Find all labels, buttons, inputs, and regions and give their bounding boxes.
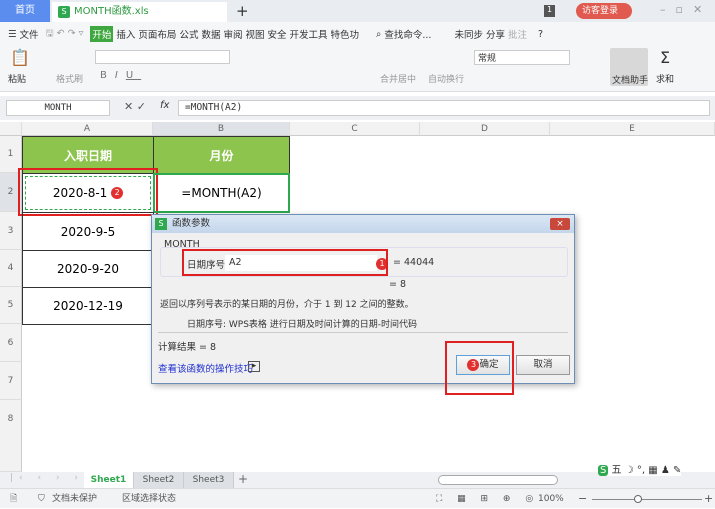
paste-button[interactable]: 粘贴: [8, 72, 26, 85]
hamburger-icon[interactable]: ☰: [8, 29, 17, 40]
row-header-7[interactable]: 7: [0, 362, 22, 400]
shield-icon: ⛉: [38, 494, 45, 504]
tab-file[interactable]: S MONTH函数.xls: [52, 2, 227, 22]
view-mode-icons[interactable]: ⛶ ▦ ⊞ ⊕ ◎: [436, 489, 539, 509]
file-tab-label: MONTH函数.xls: [74, 6, 149, 17]
cell-a4[interactable]: 2020-9-20: [22, 250, 154, 288]
search-icon: ⌕: [376, 28, 382, 40]
row-header-4[interactable]: 4: [0, 250, 22, 287]
cell-a5[interactable]: 2020-12-19: [22, 287, 154, 325]
menu-developer[interactable]: 开发工具: [290, 27, 328, 41]
row-header-3[interactable]: 3: [0, 212, 22, 250]
sheet-tab-3[interactable]: Sheet3: [184, 472, 234, 488]
menu-data[interactable]: 数据: [201, 27, 220, 41]
add-sheet-button[interactable]: +: [238, 472, 248, 486]
highlight-arg: [182, 249, 388, 276]
formula-bar: MONTH ✕ ✓ fx =MONTH(A2): [0, 96, 715, 120]
menu-start[interactable]: 开始: [90, 26, 114, 42]
zoom-in-button[interactable]: +: [704, 489, 713, 509]
sum-icon: Σ: [660, 48, 671, 67]
column-header-c[interactable]: C: [290, 122, 420, 136]
help-link[interactable]: 查看该函数的操作技巧: [158, 361, 253, 375]
window-count-badge: 1: [544, 5, 555, 17]
calc-result: 计算结果 = 8: [158, 342, 217, 353]
search-command[interactable]: 查找命令...: [384, 27, 431, 41]
cancel-button[interactable]: 取消: [516, 355, 570, 375]
doc-helper-button[interactable]: 文档助手: [610, 48, 648, 86]
video-icon[interactable]: ▸: [248, 361, 260, 372]
merge-center-button[interactable]: 合并居中: [380, 72, 416, 85]
menu-file[interactable]: 文件: [20, 27, 39, 41]
share-button[interactable]: 分享: [486, 27, 505, 41]
sum-button[interactable]: 求和: [656, 72, 674, 85]
divider: [158, 332, 568, 333]
column-header-d[interactable]: D: [420, 122, 550, 136]
ribbon: 📋 粘贴 格式刷 BIU 合并居中 自动换行 常规 文档助手 Σ 求和: [0, 46, 715, 92]
column-header-a[interactable]: A: [22, 122, 153, 136]
column-header-b[interactable]: B: [153, 122, 290, 136]
tab-bar: 首页 S MONTH函数.xls + 1 访客登录 –▫✕: [0, 0, 715, 22]
menu-insert[interactable]: 插入: [116, 27, 135, 41]
wrap-text-button[interactable]: 自动换行: [428, 72, 464, 85]
horizontal-scrollbar[interactable]: [438, 475, 558, 485]
doc-icon: 🗎: [10, 494, 18, 504]
window-controls[interactable]: –▫✕: [660, 3, 712, 16]
menu-view[interactable]: 视图: [245, 27, 264, 41]
dialog-title: 函数参数: [152, 215, 574, 233]
cell-a3[interactable]: 2020-9-5: [22, 212, 154, 251]
column-header-e[interactable]: E: [550, 122, 715, 136]
row-header-5[interactable]: 5: [0, 287, 22, 324]
menu-review[interactable]: 审阅: [223, 27, 242, 41]
menu-bar: ☰ 文件 🖫 ↶ ↷ ▿ 开始 插入 页面布局 公式 数据 审阅 视图 安全 开…: [0, 22, 715, 46]
tab-home[interactable]: 首页: [0, 0, 50, 22]
formula-input[interactable]: =MONTH(A2): [178, 100, 710, 116]
font-select[interactable]: [95, 50, 230, 64]
zoom-slider-handle[interactable]: [634, 495, 642, 503]
sheet-tab-1[interactable]: Sheet1: [84, 472, 134, 488]
highlight-ok: [445, 341, 514, 395]
help-button[interactable]: ?: [538, 29, 543, 40]
function-description: 返回以序列号表示的某日期的月份，介于 1 到 12 之间的整数。: [160, 300, 414, 310]
font-style-buttons[interactable]: BIU: [100, 70, 141, 81]
selection-mode: 区域选择状态: [122, 494, 177, 504]
argument-description: 日期序号: WPS表格 进行日期及时间计算的日期-时间代码: [187, 320, 418, 330]
wps-icon: S: [155, 218, 167, 230]
quick-access-icons[interactable]: 🖫 ↶ ↷ ▿: [46, 26, 84, 42]
zoom-slider[interactable]: [592, 499, 702, 500]
sheet-tab-bar: |‹ ‹ › ›| Sheet1 Sheet2 Sheet3 + S 五 ☽ °…: [0, 461, 715, 488]
ime-toolbar[interactable]: S 五 ☽ °, ▦ ♟ ✎: [598, 461, 682, 476]
zoom-level[interactable]: 100%: [538, 489, 564, 509]
sheet-nav-arrows[interactable]: |‹ ‹ › ›|: [10, 473, 93, 483]
sheet-tab-2[interactable]: Sheet2: [134, 472, 184, 488]
comment-button[interactable]: 批注: [508, 27, 527, 41]
format-painter-button[interactable]: 格式刷: [56, 72, 83, 85]
fx-button[interactable]: fx: [160, 100, 169, 111]
close-button[interactable]: ×: [550, 218, 570, 230]
protection-status[interactable]: 文档未保护: [52, 489, 97, 509]
cell-b1[interactable]: 月份: [153, 136, 290, 174]
zoom-out-button[interactable]: −: [578, 489, 587, 509]
sync-button[interactable]: 未同步: [454, 27, 483, 41]
menu-formula[interactable]: 公式: [179, 27, 198, 41]
select-all[interactable]: [0, 122, 22, 136]
highlight-a2: [18, 168, 158, 216]
paste-icon: 📋: [10, 48, 30, 67]
number-format-select[interactable]: 常规: [474, 50, 570, 65]
menu-special[interactable]: 特色功: [331, 27, 360, 41]
login-button[interactable]: 访客登录: [576, 3, 632, 19]
new-tab-button[interactable]: +: [236, 2, 249, 20]
result-preview: = 8: [389, 279, 407, 290]
row-header-8[interactable]: 8: [0, 400, 22, 472]
cancel-check-icons[interactable]: ✕ ✓: [124, 100, 146, 113]
doc-helper-label: 文档助手: [612, 76, 649, 86]
cell-b2[interactable]: =MONTH(A2): [153, 173, 290, 213]
status-bar: 🗎 ⛉ 文档未保护 区域选择状态 ⛶ ▦ ⊞ ⊕ ◎ 100% − +: [0, 488, 715, 508]
menu-page-layout[interactable]: 页面布局: [138, 27, 176, 41]
row-header-6[interactable]: 6: [0, 324, 22, 362]
name-box[interactable]: MONTH: [6, 100, 110, 116]
arg-result: = 44044: [393, 257, 435, 268]
menu-security[interactable]: 安全: [268, 27, 287, 41]
spreadsheet-icon: S: [58, 6, 70, 18]
